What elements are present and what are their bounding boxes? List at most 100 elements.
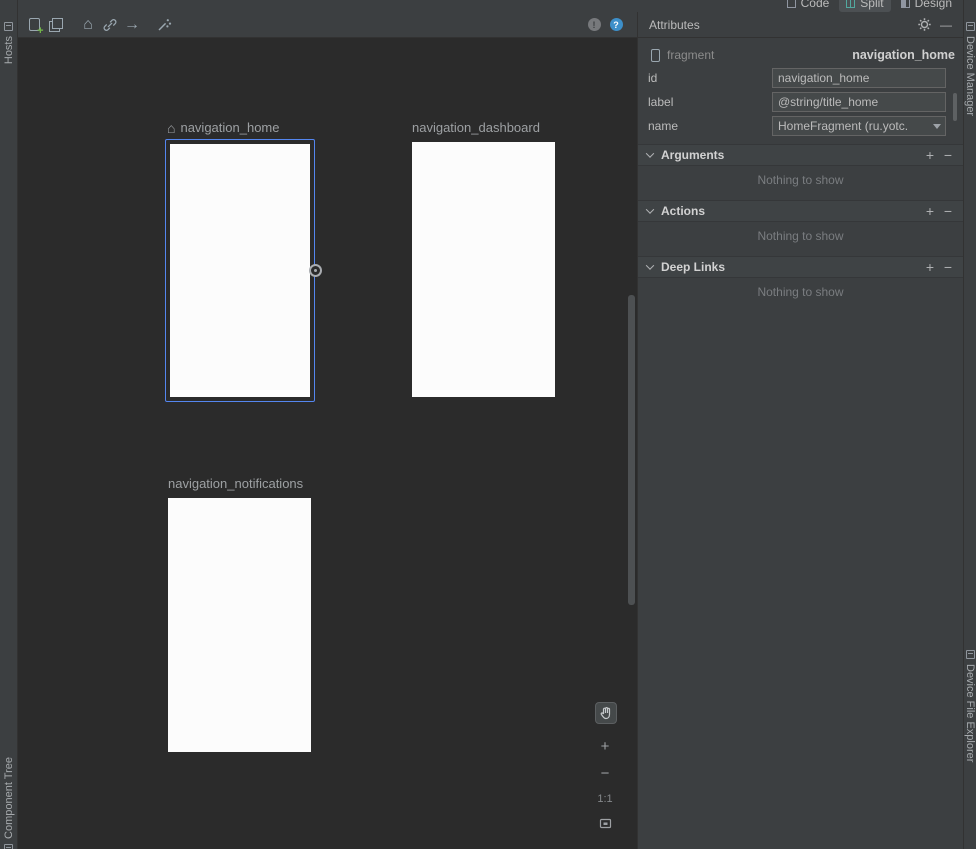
device-file-explorer-label: Device File Explorer — [964, 664, 976, 762]
plus-icon: + — [926, 203, 934, 219]
action-handle-icon[interactable] — [309, 264, 322, 277]
name-dropdown-value: HomeFragment (ru.yotc. — [778, 119, 929, 133]
arguments-empty-text: Nothing to show — [638, 166, 963, 194]
fragment-icon — [651, 49, 660, 62]
tab-code[interactable]: Code — [780, 0, 837, 12]
home-icon: ⌂ — [83, 17, 93, 33]
destination-label-notifications[interactable]: navigation_notifications — [168, 476, 303, 491]
nav-editor-toolbar: ⌂ → ! ? — [18, 12, 637, 38]
label-field[interactable] — [772, 92, 946, 112]
attributes-scrollbar[interactable] — [953, 93, 957, 121]
pan-hand-icon — [599, 706, 613, 720]
hide-panel-button[interactable]: — — [935, 14, 957, 36]
chevron-expanded-icon — [646, 261, 654, 269]
name-dropdown[interactable]: HomeFragment (ru.yotc. — [772, 116, 946, 136]
arguments-section-title: Arguments — [661, 148, 724, 162]
section-header-actions[interactable]: Actions + − — [638, 200, 963, 222]
destination-name: navigation_dashboard — [412, 120, 540, 135]
remove-deep-link-button[interactable]: − — [939, 258, 957, 276]
zoom-to-fit-button[interactable] — [595, 817, 615, 830]
field-row-id: id — [638, 66, 963, 90]
minus-icon: − — [944, 147, 952, 163]
section-header-arguments[interactable]: Arguments + − — [638, 144, 963, 166]
minus-icon: − — [944, 203, 952, 219]
zoom-ratio-label: 1:1 — [595, 793, 615, 805]
hosts-icon — [4, 22, 13, 31]
error-indicator-icon: ! — [588, 18, 601, 31]
plus-icon: + — [926, 147, 934, 163]
add-destination-icon — [29, 18, 40, 31]
nested-graph-button[interactable] — [45, 14, 67, 36]
attributes-panel: Attributes — fragment navigation_home id — [637, 12, 963, 849]
start-destination-home-icon: ⌂ — [167, 121, 175, 135]
plus-icon: + — [926, 259, 934, 275]
help-button[interactable]: ? — [605, 14, 627, 36]
device-manager-icon — [966, 22, 975, 31]
auto-arrange-button[interactable] — [153, 14, 175, 36]
gear-icon — [917, 17, 932, 32]
destination-name: navigation_notifications — [168, 476, 303, 491]
section-header-deep-links[interactable]: Deep Links + − — [638, 256, 963, 278]
zoom-out-button[interactable]: − — [595, 766, 615, 781]
minus-icon: − — [944, 259, 952, 275]
chevron-expanded-icon — [646, 149, 654, 157]
action-button[interactable]: → — [121, 14, 143, 36]
deep-links-empty-text: Nothing to show — [638, 278, 963, 306]
destination-frame-notifications[interactable] — [168, 498, 311, 752]
attributes-title: Attributes — [649, 18, 700, 32]
destination-frame-dashboard[interactable] — [412, 142, 555, 397]
component-summary: fragment navigation_home — [638, 44, 963, 66]
design-icon — [901, 0, 910, 8]
device-manager-label: Device Manager — [964, 36, 976, 116]
nested-graph-icon — [49, 18, 63, 32]
help-icon: ? — [610, 18, 623, 31]
deep-link-button[interactable] — [99, 14, 121, 36]
split-icon — [846, 0, 855, 8]
label-field-label: label — [648, 95, 772, 109]
tool-tab-device-manager[interactable]: Device Manager — [964, 22, 976, 116]
tab-design[interactable]: Design — [894, 0, 959, 12]
editor-mode-tabs: Code Split Design — [780, 0, 959, 13]
action-arrow-icon: → — [124, 17, 140, 33]
hide-icon: — — [940, 18, 952, 32]
component-id-label: navigation_home — [852, 48, 955, 62]
chevron-down-icon — [933, 124, 941, 129]
inspection-status-button[interactable]: ! — [583, 14, 605, 36]
tab-design-label: Design — [915, 0, 952, 10]
field-row-label: label — [638, 90, 963, 114]
code-icon — [787, 0, 796, 8]
component-type-label: fragment — [667, 48, 714, 62]
assign-start-destination-button[interactable]: ⌂ — [77, 14, 99, 36]
design-surface[interactable]: ⌂ navigation_home navigation_dashboard n… — [18, 38, 637, 849]
add-argument-button[interactable]: + — [921, 146, 939, 164]
add-deep-link-button[interactable]: + — [921, 258, 939, 276]
tool-tab-hosts[interactable]: Hosts — [0, 22, 17, 64]
component-tree-label: Component Tree — [3, 757, 15, 839]
destination-label-home[interactable]: ⌂ navigation_home — [167, 120, 280, 135]
chevron-expanded-icon — [646, 205, 654, 213]
link-icon — [102, 17, 118, 33]
attributes-header: Attributes — — [638, 12, 963, 38]
attributes-settings-button[interactable] — [913, 14, 935, 36]
destination-preview-home — [170, 144, 310, 397]
destination-name: navigation_home — [180, 120, 279, 135]
actions-empty-text: Nothing to show — [638, 222, 963, 250]
actions-section-title: Actions — [661, 204, 705, 218]
tab-split[interactable]: Split — [839, 0, 890, 12]
zoom-in-button[interactable]: + — [595, 739, 615, 754]
add-action-button[interactable]: + — [921, 202, 939, 220]
id-field[interactable] — [772, 68, 946, 88]
destination-label-dashboard[interactable]: navigation_dashboard — [412, 120, 540, 135]
id-field-label: id — [648, 71, 772, 85]
android-studio-navigation-editor: Code Split Design Hosts Component Tree D… — [0, 0, 976, 849]
remove-argument-button[interactable]: − — [939, 146, 957, 164]
tool-tab-device-file-explorer[interactable]: Device File Explorer — [964, 650, 976, 762]
add-destination-button[interactable] — [23, 14, 45, 36]
remove-action-button[interactable]: − — [939, 202, 957, 220]
pan-button[interactable] — [595, 702, 617, 724]
left-tool-stripe: Hosts Component Tree — [0, 0, 18, 849]
auto-arrange-icon — [157, 17, 172, 32]
destination-frame-home[interactable] — [165, 139, 315, 402]
canvas-scrollbar[interactable] — [628, 295, 635, 605]
tool-tab-component-tree[interactable]: Component Tree — [0, 757, 17, 849]
